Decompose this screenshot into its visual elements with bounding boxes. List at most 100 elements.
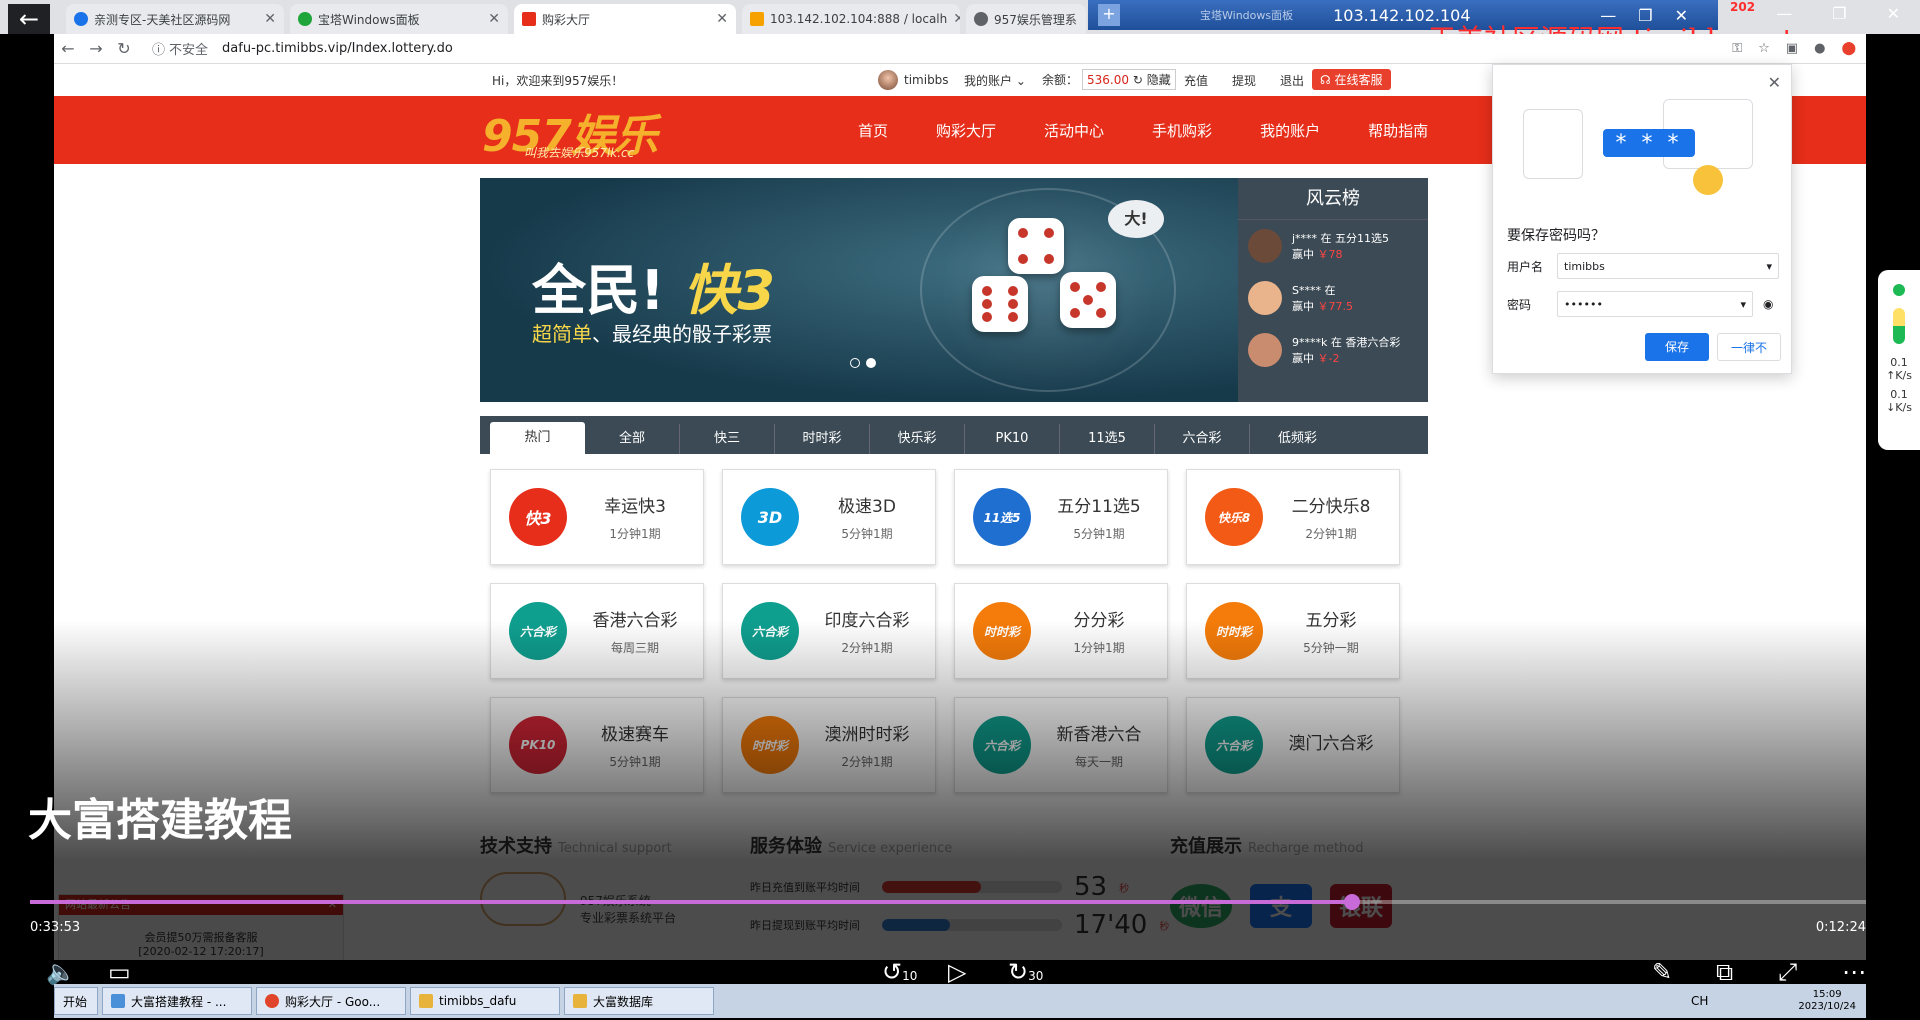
eye-icon[interactable]: ◉ [1763, 297, 1773, 311]
rewind-icon[interactable]: ↺10 [882, 958, 917, 986]
logout-link[interactable]: 退出 [1280, 72, 1304, 89]
close-icon[interactable]: ✕ [328, 895, 337, 915]
tab-5[interactable]: 957娱乐管理系 [966, 4, 1086, 34]
taskbar-item[interactable]: timibbs_dafu [410, 987, 560, 1015]
close-icon[interactable]: ✕ [1887, 4, 1900, 23]
save-button[interactable]: 保存 [1645, 333, 1709, 361]
close-icon[interactable]: ✕ [488, 11, 500, 27]
close-icon[interactable]: ✕ [716, 11, 728, 27]
tab-dpc[interactable]: 低频彩 [1250, 424, 1345, 454]
nav-mobile[interactable]: 手机购彩 [1152, 120, 1212, 141]
taskbar-item[interactable]: 大富数据库 [564, 987, 714, 1015]
lottery-logo-icon: 时时彩 [1205, 602, 1263, 660]
language-indicator[interactable]: CH [1691, 994, 1708, 1008]
tab-pk10[interactable]: PK10 [965, 424, 1060, 454]
tab-all[interactable]: 全部 [585, 424, 680, 454]
game-card[interactable]: PK10 极速赛车 5分钟1期 [490, 697, 704, 793]
game-frequency: 2分钟1期 [1305, 527, 1357, 541]
tab-3[interactable]: 购彩大厅 ✕ [514, 4, 736, 34]
back-icon[interactable]: ← [54, 39, 82, 58]
more-icon[interactable]: ⋯ [1842, 958, 1866, 986]
taskbar-item[interactable]: 大富搭建教程 - ... [102, 987, 252, 1015]
restore-icon[interactable]: ❐ [1832, 4, 1846, 23]
close-icon[interactable]: ✕ [264, 11, 276, 27]
network-speed-widget[interactable]: 0.1 ↑K/s 0.1 ↓K/s [1878, 270, 1920, 450]
total-time: 0:12:24 [1815, 920, 1866, 935]
forward-icon[interactable]: ↻30 [1008, 958, 1043, 986]
tab-k3[interactable]: 快三 [680, 424, 775, 454]
username-field[interactable]: timibbs ▾ [1557, 253, 1779, 279]
profile-icon[interactable]: ● [1814, 41, 1825, 56]
app-icon [111, 994, 125, 1008]
customer-service-button[interactable]: ☊ 在线客服 [1312, 69, 1391, 90]
game-card[interactable]: 11选5 五分11选5 5分钟1期 [954, 469, 1168, 565]
withdraw-link[interactable]: 提现 [1232, 72, 1256, 89]
game-card[interactable]: 时时彩 五分彩 5分钟一期 [1186, 583, 1400, 679]
play-icon[interactable]: ▷ [948, 958, 966, 986]
game-card[interactable]: 六合彩 印度六合彩 2分钟1期 [722, 583, 936, 679]
tab-11x5[interactable]: 11选5 [1060, 424, 1155, 454]
username-label: 用户名 [1507, 259, 1544, 274]
leaderboard-item: 9****k 在 香港六合彩 赢中 ￥-2 [1238, 324, 1428, 376]
tab-hot[interactable]: 热门 [490, 422, 585, 454]
game-card[interactable]: 快3 幸运快3 1分钟1期 [490, 469, 704, 565]
update-icon[interactable]: ⬤ [1841, 41, 1856, 56]
nav-lottery-hall[interactable]: 购彩大厅 [936, 120, 996, 141]
nav-my-account[interactable]: 我的账户 [1260, 120, 1320, 141]
tab-ssc[interactable]: 时时彩 [775, 424, 870, 454]
subtitle-icon[interactable]: ▭ [108, 958, 131, 986]
tab-klc[interactable]: 快乐彩 [870, 424, 965, 454]
url-field[interactable]: dafu-pc.timibbs.vip/Index.lottery.do [222, 41, 453, 56]
info-icon[interactable]: ⓘ [152, 39, 165, 58]
pip-icon[interactable]: ⧉ [1716, 958, 1733, 986]
progress-knob[interactable] [1343, 894, 1360, 910]
game-frequency: 2分钟1期 [841, 755, 893, 769]
video-progress-bar[interactable] [30, 894, 1866, 910]
password-field[interactable]: •••••• ▾ [1557, 291, 1753, 317]
forward-icon[interactable]: → [82, 39, 110, 58]
fullscreen-icon[interactable]: ⤢ [1778, 958, 1797, 986]
nav-help[interactable]: 帮助指南 [1368, 120, 1428, 141]
caret-down-icon: ▾ [1766, 259, 1772, 273]
pin-icon[interactable]: + [1098, 4, 1120, 26]
game-card[interactable]: 六合彩 香港六合彩 每周三期 [490, 583, 704, 679]
tab-4[interactable]: 103.142.102.104:888 / localh ✕ [742, 4, 960, 34]
star-icon[interactable]: ☆ [1758, 41, 1770, 56]
game-card[interactable]: 时时彩 澳洲时时彩 2分钟1期 [722, 697, 936, 793]
volume-icon[interactable]: 🔈 [46, 958, 76, 986]
promo-banner[interactable]: 全民! 快3 超简单、最经典的骰子彩票 大! [480, 178, 1238, 402]
game-card[interactable]: 六合彩 新香港六合 每天一期 [954, 697, 1168, 793]
carousel-dot-active[interactable] [866, 358, 876, 368]
lottery-category-tabs: 热门 全部 快三 时时彩 快乐彩 PK10 11选5 六合彩 低频彩 [480, 416, 1428, 454]
notice-line1: 会员提50万需报备客服 [144, 931, 258, 944]
taskbar-item[interactable]: 购彩大厅 - Goo... [256, 987, 406, 1015]
nav-home[interactable]: 首页 [858, 120, 888, 141]
never-button[interactable]: 一律不 [1717, 333, 1781, 361]
reload-icon[interactable]: ↻ [110, 39, 138, 58]
game-name: 澳门六合彩 [1288, 733, 1374, 754]
extension-icon[interactable]: ▣ [1786, 41, 1798, 56]
lottery-logo-icon: 3D [741, 488, 799, 546]
start-button[interactable]: 开始 [54, 987, 98, 1015]
balance-label: 余额： [1042, 73, 1079, 87]
key-icon[interactable]: ⚿ [1732, 41, 1742, 56]
game-card[interactable]: 3D 极速3D 5分钟1期 [722, 469, 936, 565]
tab-title: 957娱乐管理系 [994, 12, 1077, 27]
carousel-dot[interactable] [850, 358, 860, 368]
game-card[interactable]: 六合彩 澳门六合彩 [1186, 697, 1400, 793]
avatar[interactable] [878, 70, 898, 90]
username[interactable]: timibbs [904, 73, 949, 87]
game-card[interactable]: 时时彩 分分彩 1分钟1期 [954, 583, 1168, 679]
tab-2[interactable]: 宝塔Windows面板 ✕ [290, 4, 508, 34]
game-card[interactable]: 快乐8 二分快乐8 2分钟1期 [1186, 469, 1400, 565]
recharge-link[interactable]: 充值 [1184, 72, 1208, 89]
close-icon[interactable]: ✕ [953, 11, 960, 27]
tab-1[interactable]: 亲测专区-天美社区源码网 ✕ [66, 4, 284, 34]
tab-lhc[interactable]: 六合彩 [1155, 424, 1250, 454]
my-account-dropdown[interactable]: 我的账户 ⌄ [964, 72, 1026, 89]
nav-activities[interactable]: 活动中心 [1044, 120, 1104, 141]
pen-icon[interactable]: ✎ [1652, 958, 1672, 986]
clock[interactable]: 15:09 2023/10/24 [1798, 989, 1856, 1013]
screen: ← 亲测专区-天美社区源码网 ✕ 宝塔Windows面板 ✕ 购彩大厅 ✕ 10… [0, 0, 1920, 1020]
back-arrow-icon[interactable]: ← [8, 4, 50, 34]
